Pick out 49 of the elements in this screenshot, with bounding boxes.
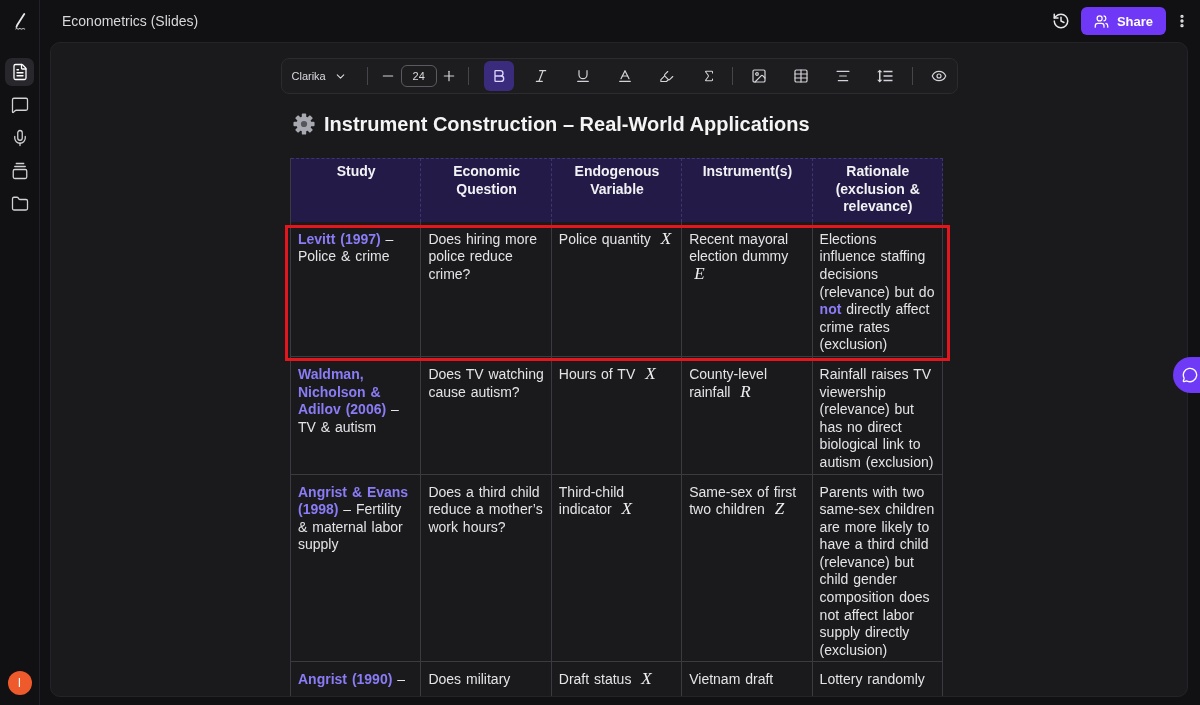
table-cell: Hours of TV X [551,356,683,475]
chat-icon[interactable] [1182,367,1198,383]
align-center-icon[interactable] [834,68,851,84]
column-header: Endogenous Variable [551,158,683,222]
bold-button[interactable] [483,61,514,91]
gear-icon [293,113,315,135]
font-select[interactable]: Clarika [291,69,347,83]
folder-icon[interactable] [10,195,29,213]
slide-title: Instrument Construction – Real-World Applications [324,112,810,136]
table-cell: Elections influence staffing decisions (relevance) but do not directly affect crime rates (exclusion) [812,221,943,357]
eye-icon[interactable] [930,68,947,84]
table-cell: Vietnam draft [682,662,813,696]
table-cell: Recent mayoral election dummy E [682,221,813,357]
table-cell: Waldman, Nicholson & Adilov (2006) – TV & autism [291,356,422,475]
table-cell: Lottery randomly [812,662,943,696]
column-header: Economic Question [421,158,552,222]
users-icon [1093,13,1109,29]
sidebar-item[interactable] [5,58,34,86]
document-title: Econometrics (Slides) [62,13,200,29]
table-cell: Draft status X [551,662,683,696]
table-cell: Angrist & Evans (1998) – Fertility & maternal labor supply [291,474,422,663]
table-cell: Rainfall raises TV viewership (relevance) but has no direct biological link to autism (exclusion) [812,356,943,475]
font-size-field[interactable]: 24 [400,65,437,87]
column-header: Instrument(s) [682,158,813,222]
highlighter-icon[interactable] [659,68,675,84]
column-header: Rationale (exclusion & relevance) [812,158,943,222]
table-cell: Does military [421,662,552,696]
pen-logo-icon [13,13,26,30]
share-button[interactable]: Share [1081,7,1166,35]
underline-icon[interactable] [574,68,591,84]
document-icon[interactable] [10,63,29,81]
table-icon[interactable] [792,68,809,84]
line-spacing-icon[interactable] [875,67,894,85]
table-cell: Third-child indicator X [551,474,683,663]
stack-icon[interactable] [10,162,29,180]
table-cell: County-level rainfall R [682,356,813,475]
table-cell: Police quantity X [551,221,683,357]
table-cell: Parents with two same-sex children are more likely to have a third child (relevance) but child gender composition does not affect labor supply directly (exclusion) [812,474,943,663]
table-cell: Same-sex of first two children Z [682,474,813,663]
table-cell: Does a third child reduce a mother’s work hours? [421,474,552,663]
chat-bubble-icon[interactable] [10,96,29,114]
table-cell: Angrist (1990) – [291,662,422,696]
table-cell: Levitt (1997) – Police & crime [291,221,422,357]
text-color-icon[interactable] [616,68,633,84]
table-cell: Does hiring more police reduce crime? [421,221,552,357]
image-icon[interactable] [750,68,767,84]
history-icon[interactable] [1052,12,1070,30]
table-cell: Does TV watching cause autism? [421,356,552,475]
column-header: Study [291,158,422,222]
